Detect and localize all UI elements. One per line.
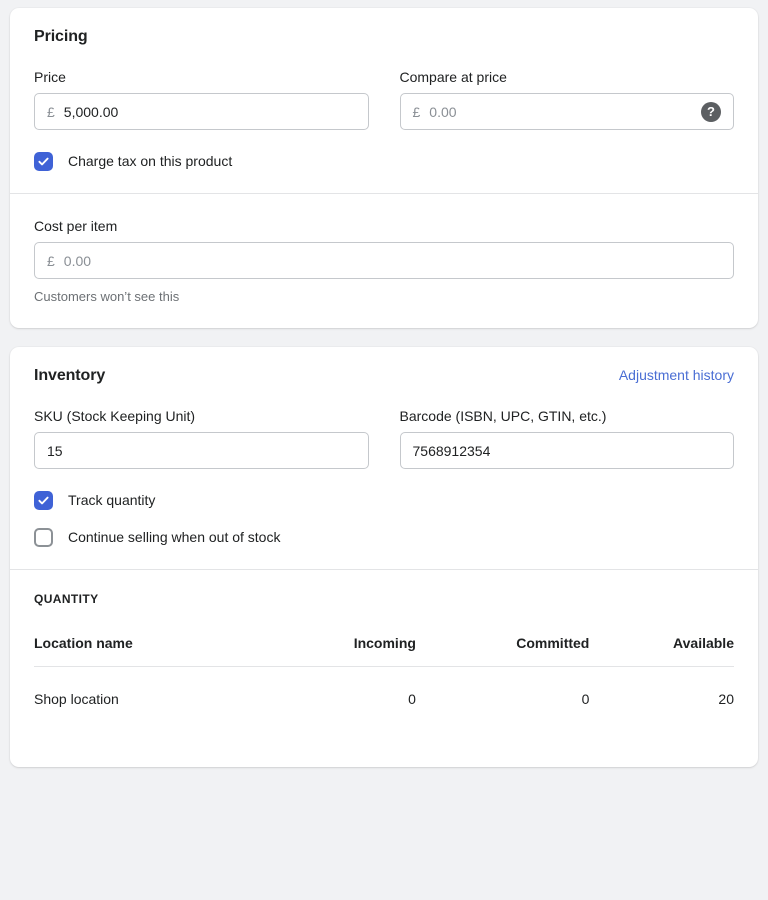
sku-field-group: SKU (Stock Keeping Unit) 15 xyxy=(34,406,369,469)
compare-at-price-input[interactable]: £ 0.00 ? xyxy=(399,93,734,130)
pricing-title: Pricing xyxy=(34,28,88,45)
inventory-section: Inventory Adjustment history SKU (Stock … xyxy=(10,347,758,569)
price-value: 5,000.00 xyxy=(63,104,119,119)
cell-incoming: 0 xyxy=(408,691,416,707)
compare-at-price-placeholder: 0.00 xyxy=(429,104,457,119)
continue-selling-checkbox[interactable] xyxy=(34,527,53,547)
inventory-fields-row: SKU (Stock Keeping Unit) 15 Barcode (ISB… xyxy=(34,406,734,469)
price-fields-row: Price £ 5,000.00 Compare at price £ 0.00… xyxy=(34,67,734,130)
barcode-value: 7568912354 xyxy=(412,443,491,458)
quantity-table: Location name Incoming Committed Availab… xyxy=(34,635,734,707)
compare-at-price-field-group: Compare at price £ 0.00 ? xyxy=(399,67,734,130)
cell-available[interactable]: 20 xyxy=(589,667,734,707)
pricing-section: Pricing Price £ 5,000.00 Compare at pric… xyxy=(10,8,758,193)
charge-tax-label: Charge tax on this product xyxy=(68,153,233,169)
help-circle-icon[interactable]: ? xyxy=(701,101,721,122)
currency-symbol-icon: £ xyxy=(412,103,421,120)
column-header-available: Available xyxy=(589,635,734,667)
column-header-location-name: Location name xyxy=(34,635,269,667)
inventory-card: Inventory Adjustment history SKU (Stock … xyxy=(10,347,758,767)
sku-label: SKU (Stock Keeping Unit) xyxy=(34,408,196,424)
inventory-header-row: Inventory Adjustment history xyxy=(34,367,734,385)
price-label: Price xyxy=(34,69,66,85)
barcode-label: Barcode (ISBN, UPC, GTIN, etc.) xyxy=(399,408,607,424)
barcode-field-group: Barcode (ISBN, UPC, GTIN, etc.) 75689123… xyxy=(399,406,734,469)
sku-input[interactable]: 15 xyxy=(34,432,369,469)
track-quantity-label: Track quantity xyxy=(68,492,156,508)
cost-per-item-label: Cost per item xyxy=(34,218,118,234)
compare-at-price-label: Compare at price xyxy=(399,69,507,85)
barcode-input[interactable]: 7568912354 xyxy=(399,432,734,469)
adjustment-history-link[interactable]: Adjustment history xyxy=(619,367,734,383)
currency-symbol-icon: £ xyxy=(47,252,55,269)
cost-per-item-placeholder: 0.00 xyxy=(63,253,92,268)
charge-tax-checkbox-row[interactable]: Charge tax on this product xyxy=(34,151,734,171)
column-header-incoming: Incoming xyxy=(268,635,416,667)
quantity-section: QUANTITY Location name Incoming Committe… xyxy=(10,570,758,767)
cost-per-item-input[interactable]: £ 0.00 xyxy=(34,242,734,279)
charge-tax-checkbox[interactable] xyxy=(34,151,53,171)
quantity-heading: QUANTITY xyxy=(34,592,99,606)
cost-per-item-help-text: Customers won’t see this xyxy=(34,289,180,304)
table-row: Shop location 0 0 20 xyxy=(34,667,734,707)
currency-symbol-icon: £ xyxy=(47,103,55,120)
pricing-card: Pricing Price £ 5,000.00 Compare at pric… xyxy=(10,8,758,328)
cell-location-name: Shop location xyxy=(34,691,119,707)
product-pricing-inventory-page: Pricing Price £ 5,000.00 Compare at pric… xyxy=(0,0,768,900)
cell-committed: 0 xyxy=(581,691,590,707)
continue-selling-checkbox-row[interactable]: Continue selling when out of stock xyxy=(34,527,734,547)
column-header-committed: Committed xyxy=(415,635,590,667)
track-quantity-checkbox-row[interactable]: Track quantity xyxy=(34,490,734,510)
sku-value: 15 xyxy=(47,443,63,458)
inventory-title: Inventory xyxy=(34,367,106,384)
continue-selling-label: Continue selling when out of stock xyxy=(68,529,281,545)
price-input[interactable]: £ 5,000.00 xyxy=(34,93,369,130)
cost-per-item-section: Cost per item £ 0.00 Customers won’t see… xyxy=(10,194,758,328)
price-field-group: Price £ 5,000.00 xyxy=(34,67,369,130)
track-quantity-checkbox[interactable] xyxy=(34,490,53,510)
quantity-table-header-row: Location name Incoming Committed Availab… xyxy=(34,635,734,667)
